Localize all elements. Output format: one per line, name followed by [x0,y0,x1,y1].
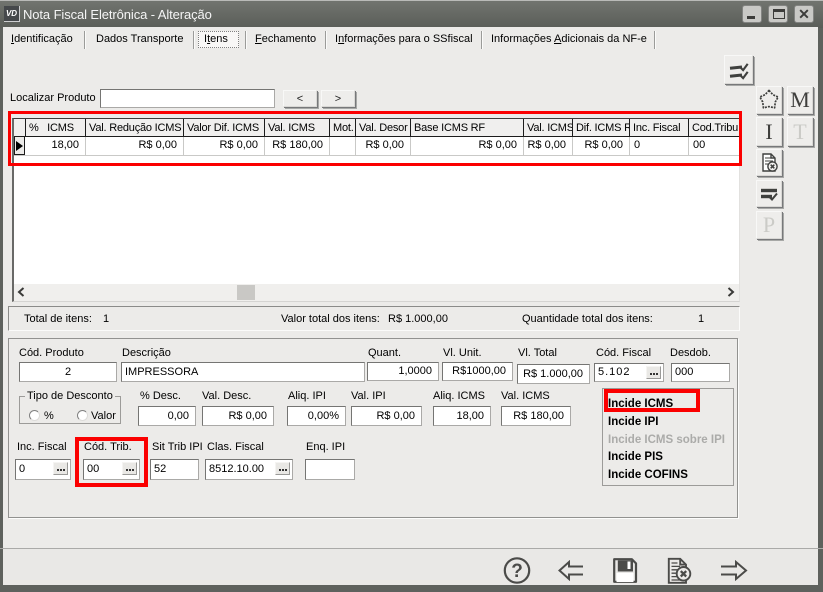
svg-text:?: ? [511,561,523,582]
